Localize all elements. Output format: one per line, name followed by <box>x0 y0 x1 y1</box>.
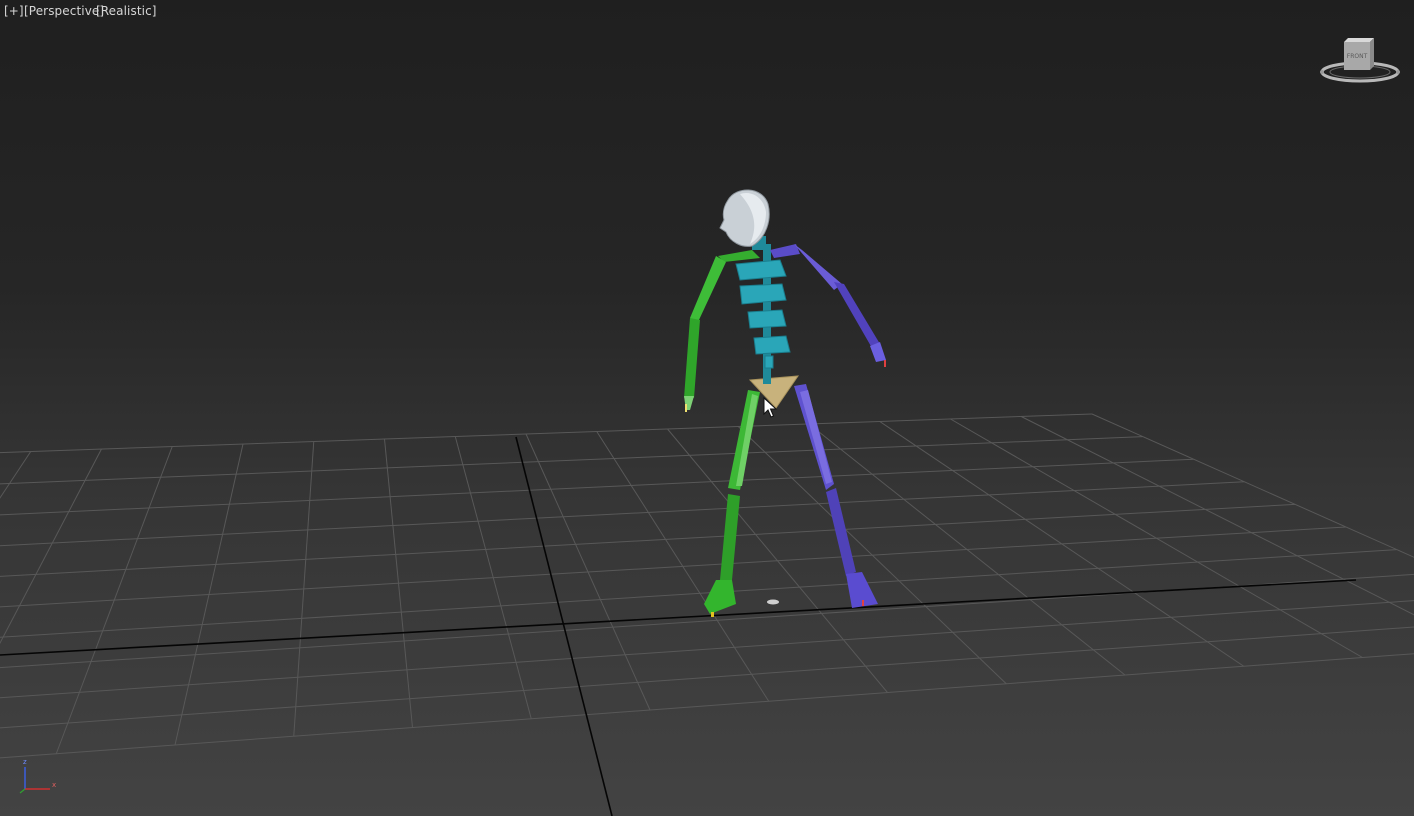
footprint-marker <box>767 599 779 605</box>
scene-canvas[interactable] <box>0 0 1414 816</box>
axis-tripod: z x <box>19 758 56 794</box>
perspective-viewport[interactable]: [+] [Perspective] [Realistic] FRONT z x <box>0 0 1414 816</box>
viewcube-front-label: FRONT <box>1347 53 1368 60</box>
grid-line <box>0 503 1296 577</box>
viewcube[interactable]: FRONT <box>1318 34 1402 90</box>
right-leg[interactable] <box>794 384 878 608</box>
axis-z-label: z <box>23 758 27 766</box>
viewport-shading-label[interactable]: [Realistic] <box>96 4 157 18</box>
viewport-point-of-view-label[interactable]: [Perspective] <box>24 4 104 18</box>
viewcube-top-face[interactable] <box>1344 38 1374 42</box>
grid-line <box>0 600 1414 699</box>
grid-line <box>0 653 1414 759</box>
grid-line <box>1091 413 1414 558</box>
grid-line <box>0 458 1194 516</box>
ground-grid <box>0 413 1414 759</box>
grid-line <box>0 451 32 499</box>
axis-x-label: x <box>52 781 56 789</box>
grid-line <box>0 436 1143 485</box>
viewport-menu-plus[interactable]: [+] <box>4 4 24 18</box>
left-leg[interactable] <box>704 390 760 617</box>
biped-skeleton[interactable] <box>684 189 886 617</box>
grid-line <box>0 413 1093 454</box>
grid-line <box>0 626 1414 729</box>
grid-line <box>0 526 1347 608</box>
spine[interactable] <box>735 244 791 384</box>
grid-home-axes <box>0 436 1357 816</box>
